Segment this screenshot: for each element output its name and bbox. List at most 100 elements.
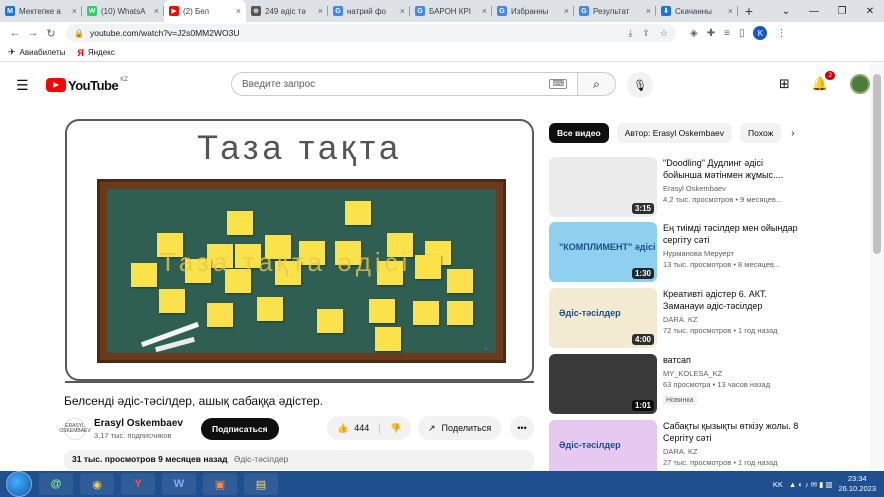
- search-placeholder: Введите запрос: [242, 78, 316, 90]
- recommended-video[interactable]: 3:15 "Doodling" Дудлинг әдісі бойынша мәт…: [549, 157, 869, 217]
- tab-close-icon[interactable]: ×: [72, 6, 77, 16]
- recommended-video[interactable]: "КОМПЛИМЕНТ" әдісі 1:30 Ең тиімді тәсілдер…: [549, 222, 869, 282]
- browser-tab[interactable]: ▶ (2) Бел ×: [164, 0, 246, 22]
- tab-close-icon[interactable]: ×: [646, 6, 651, 16]
- more-actions-button[interactable]: •••: [510, 416, 534, 440]
- start-button[interactable]: [6, 471, 32, 497]
- browser-tab[interactable]: ⬇ Скачанны ×: [656, 0, 738, 22]
- taskbar-folder-icon[interactable]: ▤: [244, 473, 278, 495]
- video-title[interactable]: ватсап: [663, 354, 803, 366]
- chip-all-videos[interactable]: Все видео: [549, 123, 609, 143]
- browser-tab[interactable]: Gнатрий фо ×: [328, 0, 410, 22]
- video-title[interactable]: Ең тиімді тәсілдер мен ойындар сергіту с…: [663, 222, 803, 246]
- bookmark-aviabilety[interactable]: ✈ Авиабилеты: [8, 47, 65, 58]
- minimize-button[interactable]: —: [800, 0, 828, 22]
- media-icon[interactable]: ≡: [724, 28, 730, 39]
- video-player[interactable]: Таза тақта Таза тақта әдісі ▲: [65, 119, 534, 381]
- taskbar-chrome-icon[interactable]: ◉: [80, 473, 114, 495]
- like-button[interactable]: 👍 444: [327, 422, 381, 434]
- hashtag[interactable]: Әдіс-тәсілдер: [234, 454, 288, 464]
- chip-author[interactable]: Автор: Erasyl Oskembaev: [616, 123, 733, 143]
- browser-tab[interactable]: ⊕ 249 әдіс тә ×: [246, 0, 328, 22]
- reload-icon[interactable]: ↻: [42, 27, 60, 40]
- channel-name[interactable]: Erasyl Oskembaev: [94, 418, 183, 429]
- tab-close-icon[interactable]: ×: [400, 6, 405, 16]
- chalkboard-image: Таза тақта әдісі ▲: [97, 179, 506, 363]
- forward-icon[interactable]: →: [24, 27, 42, 39]
- progress-bar[interactable]: [65, 381, 534, 383]
- bookmark-yandex[interactable]: Я Яндекс: [77, 48, 114, 58]
- browser-tab[interactable]: М Мектепке а ×: [0, 0, 82, 22]
- recommended-video[interactable]: 1:01 ватсап MY_KOLESA_KZ 63 просмотра • 13 …: [549, 354, 869, 414]
- channel-name[interactable]: Erasyl Oskembaev: [663, 184, 803, 193]
- language-indicator[interactable]: KK: [773, 480, 783, 489]
- taskbar-app-icon[interactable]: @: [39, 473, 73, 495]
- channel-name[interactable]: DARA. KZ: [663, 447, 803, 456]
- tab-close-icon[interactable]: ×: [236, 6, 241, 16]
- hamburger-menu-icon[interactable]: ☰: [16, 77, 30, 94]
- taskbar-word-icon[interactable]: W: [162, 473, 196, 495]
- channel-avatar[interactable]: ERASYL OSKEMBAEV: [59, 418, 91, 440]
- bookmark-star-icon[interactable]: ☆: [660, 28, 668, 39]
- back-icon[interactable]: ←: [6, 27, 24, 39]
- tab-close-icon[interactable]: ×: [482, 6, 487, 16]
- keyboard-icon[interactable]: ⌨: [549, 79, 567, 89]
- video-thumbnail[interactable]: "КОМПЛИМЕНТ" әдісі 1:30: [549, 222, 657, 282]
- search-button[interactable]: ⌕: [578, 72, 616, 96]
- browser-tab[interactable]: G БАРОН КРІ ×: [410, 0, 492, 22]
- notifications-bell-icon[interactable]: 🔔 2: [812, 71, 835, 92]
- share-icon[interactable]: ⇪: [642, 28, 650, 39]
- browser-tab[interactable]: W (10) WhatsA ×: [82, 0, 164, 22]
- sticky-note: [447, 269, 473, 293]
- view-stats: 13 тыс. просмотров • 8 месяцев...: [663, 260, 781, 269]
- dislike-button[interactable]: 👎: [380, 423, 411, 434]
- channel-name[interactable]: MY_KOLESA_KZ: [663, 369, 803, 378]
- channel-name[interactable]: Нурманова Меруерт: [663, 249, 803, 258]
- tray-icons[interactable]: ▲ ◐ ♪ ✉ ▮ ▥: [789, 480, 833, 489]
- taskbar-yandex-icon[interactable]: Y: [121, 473, 155, 495]
- sidebar-icon[interactable]: ▯: [739, 28, 745, 39]
- video-title[interactable]: Сабақты қызықты өткізу жолы. 8 Сергіту с…: [663, 420, 803, 444]
- url-bar[interactable]: 🔒 youtube.com/watch?v=J2s0MM2WO3U ⤓ ⇪ ☆: [66, 24, 676, 42]
- scrollbar-thumb[interactable]: [873, 74, 881, 254]
- extension-icon[interactable]: ◈: [690, 28, 698, 39]
- clock[interactable]: 23:34 26.10.2023: [838, 474, 876, 494]
- tab-close-icon[interactable]: ×: [318, 6, 323, 16]
- new-tab-button[interactable]: +: [738, 0, 760, 22]
- maximize-button[interactable]: ❐: [828, 0, 856, 22]
- create-video-icon[interactable]: ⊞: [779, 76, 790, 92]
- page-scrollbar[interactable]: [870, 62, 884, 470]
- share-button[interactable]: ↗ Поделиться: [418, 416, 502, 440]
- taskbar-office-icon[interactable]: ▣: [203, 473, 237, 495]
- subscribe-button[interactable]: Подписаться: [200, 418, 279, 440]
- search-input[interactable]: Введите запрос ⌨: [231, 72, 578, 96]
- browser-tab[interactable]: G Результат ×: [574, 0, 656, 22]
- youtube-logo[interactable]: YouTube KZ: [46, 77, 128, 93]
- lock-icon[interactable]: 🔒: [74, 29, 84, 38]
- video-title[interactable]: Креативті әдістер 6. АКТ. Заманауи әдіс-…: [663, 288, 803, 312]
- video-title[interactable]: "Doodling" Дудлинг әдісі бойынша мәтінме…: [663, 157, 803, 181]
- video-thumbnail[interactable]: 1:01: [549, 354, 657, 414]
- chip-similar[interactable]: Похож: [740, 123, 782, 143]
- tab-close-icon[interactable]: ×: [154, 6, 159, 16]
- thumbnail-caption: "КОМПЛИМЕНТ" әдісі: [559, 242, 656, 252]
- tab-close-icon[interactable]: ×: [564, 6, 569, 16]
- user-avatar[interactable]: [850, 74, 870, 94]
- tab-search-icon[interactable]: ⌄: [772, 0, 800, 22]
- description-box[interactable]: 31 тыс. просмотров 9 месяцев назад Әдіс-…: [64, 450, 534, 470]
- profile-avatar[interactable]: K: [753, 26, 768, 40]
- close-window-button[interactable]: ✕: [856, 0, 884, 22]
- video-thumbnail[interactable]: 3:15: [549, 157, 657, 217]
- tab-favicon-icon: G: [579, 6, 589, 16]
- puzzle-icon[interactable]: ✚: [707, 28, 715, 39]
- sticky-note: [159, 289, 185, 313]
- browser-tab[interactable]: G Избранны ×: [492, 0, 574, 22]
- menu-kebab-icon[interactable]: ⋮: [776, 28, 786, 39]
- recommended-video[interactable]: Әдіс-тәсілдер 4:00 Креативті әдістер 6. АК…: [549, 288, 869, 348]
- channel-name[interactable]: DARA. KZ: [663, 315, 803, 324]
- tab-close-icon[interactable]: ×: [728, 6, 733, 16]
- chevron-right-icon[interactable]: ›: [791, 128, 794, 139]
- voice-search-button[interactable]: 🎙: [627, 72, 653, 98]
- video-thumbnail[interactable]: Әдіс-тәсілдер 4:00: [549, 288, 657, 348]
- install-icon[interactable]: ⤓: [628, 28, 632, 39]
